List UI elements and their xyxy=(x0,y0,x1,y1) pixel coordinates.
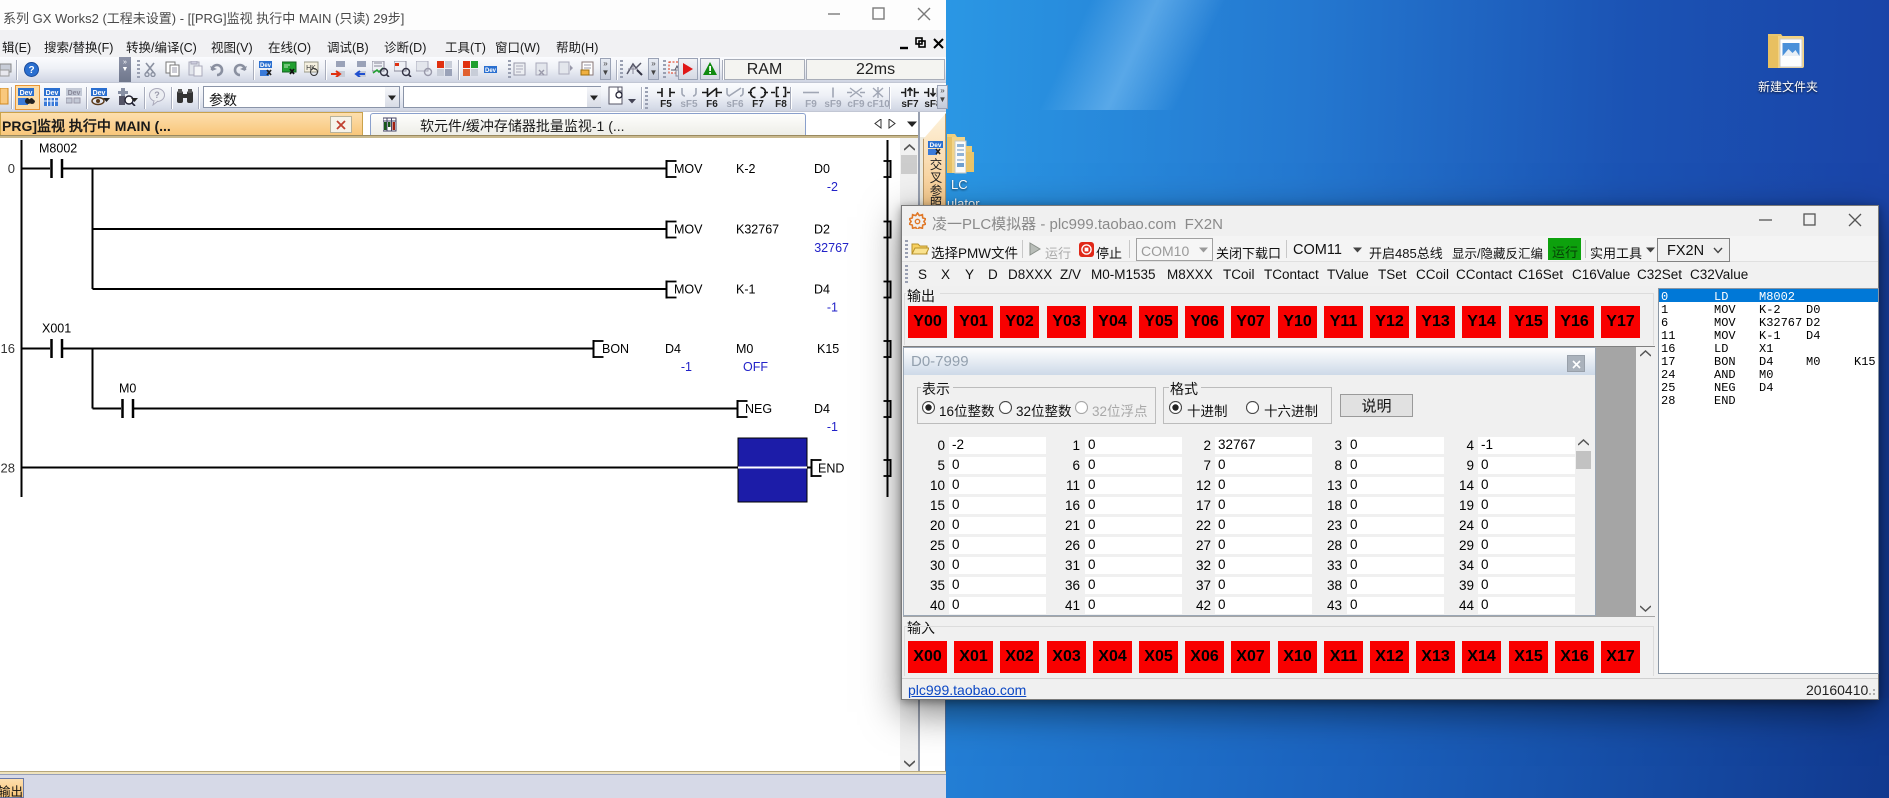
svg-text:OFF: OFF xyxy=(743,360,768,374)
svg-text:MOV: MOV xyxy=(674,162,703,176)
svg-text:BON: BON xyxy=(602,342,629,356)
svg-text:M0: M0 xyxy=(736,342,753,356)
svg-text:X001: X001 xyxy=(42,322,71,336)
svg-text:M0: M0 xyxy=(119,382,136,396)
svg-text:MOV: MOV xyxy=(674,283,703,297)
svg-text:D0: D0 xyxy=(814,162,830,176)
svg-text:D4: D4 xyxy=(814,402,830,416)
svg-text:D4: D4 xyxy=(665,342,681,356)
svg-text:K-1: K-1 xyxy=(736,283,756,297)
svg-text:16: 16 xyxy=(1,341,15,356)
svg-text:D4: D4 xyxy=(814,283,830,297)
svg-text:MOV: MOV xyxy=(674,223,703,237)
svg-text:28: 28 xyxy=(1,461,15,476)
svg-text:D2: D2 xyxy=(814,223,830,237)
svg-text:-2: -2 xyxy=(827,180,838,194)
svg-text:K15: K15 xyxy=(817,342,839,356)
svg-text:END: END xyxy=(818,462,844,476)
svg-text:-1: -1 xyxy=(827,301,838,315)
svg-text:M8002: M8002 xyxy=(39,142,77,156)
svg-text:Dev: Dev xyxy=(930,142,942,149)
svg-text:-1: -1 xyxy=(681,360,692,374)
svg-text:NEG: NEG xyxy=(745,402,772,416)
svg-text:-1: -1 xyxy=(827,420,838,434)
svg-text:K-2: K-2 xyxy=(736,162,756,176)
svg-text:32767: 32767 xyxy=(814,241,849,255)
svg-text:0: 0 xyxy=(8,161,15,176)
svg-text:K32767: K32767 xyxy=(736,223,779,237)
